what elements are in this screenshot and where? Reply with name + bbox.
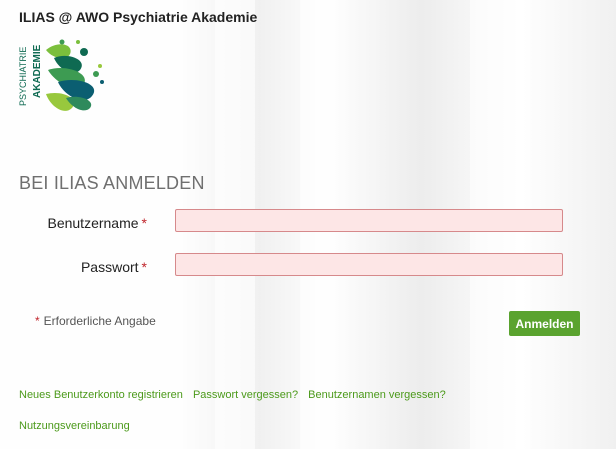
forgot-password-link[interactable]: Passwort vergessen?: [193, 389, 298, 401]
register-link[interactable]: Neues Benutzerkonto registrieren: [19, 389, 183, 401]
password-label: Passwort *: [80, 259, 147, 275]
account-links: Neues Benutzerkonto registrieren Passwor…: [19, 389, 453, 401]
logo-text-akademie: AKADEMIE: [32, 44, 43, 98]
site-title: ILIAS @ AWO Psychiatrie Akademie: [19, 9, 258, 25]
terms-link[interactable]: Nutzungsvereinbarung: [19, 420, 130, 432]
required-marker: *: [141, 259, 147, 275]
login-heading: BEI ILIAS ANMELDEN: [19, 173, 205, 193]
forgot-username-link[interactable]: Benutzernamen vergessen?: [308, 389, 446, 401]
required-note: * Erforderliche Angabe: [35, 314, 156, 328]
password-input[interactable]: [175, 253, 563, 276]
academy-logo[interactable]: PSYCHIATRIE AKADEMIE: [18, 36, 118, 118]
username-input[interactable]: [175, 209, 563, 232]
required-marker: *: [141, 215, 147, 231]
logo-text-psychiatrie: PSYCHIATRIE: [18, 47, 28, 106]
username-label: Benutzername *: [47, 215, 147, 231]
login-button[interactable]: Anmelden: [509, 311, 580, 336]
